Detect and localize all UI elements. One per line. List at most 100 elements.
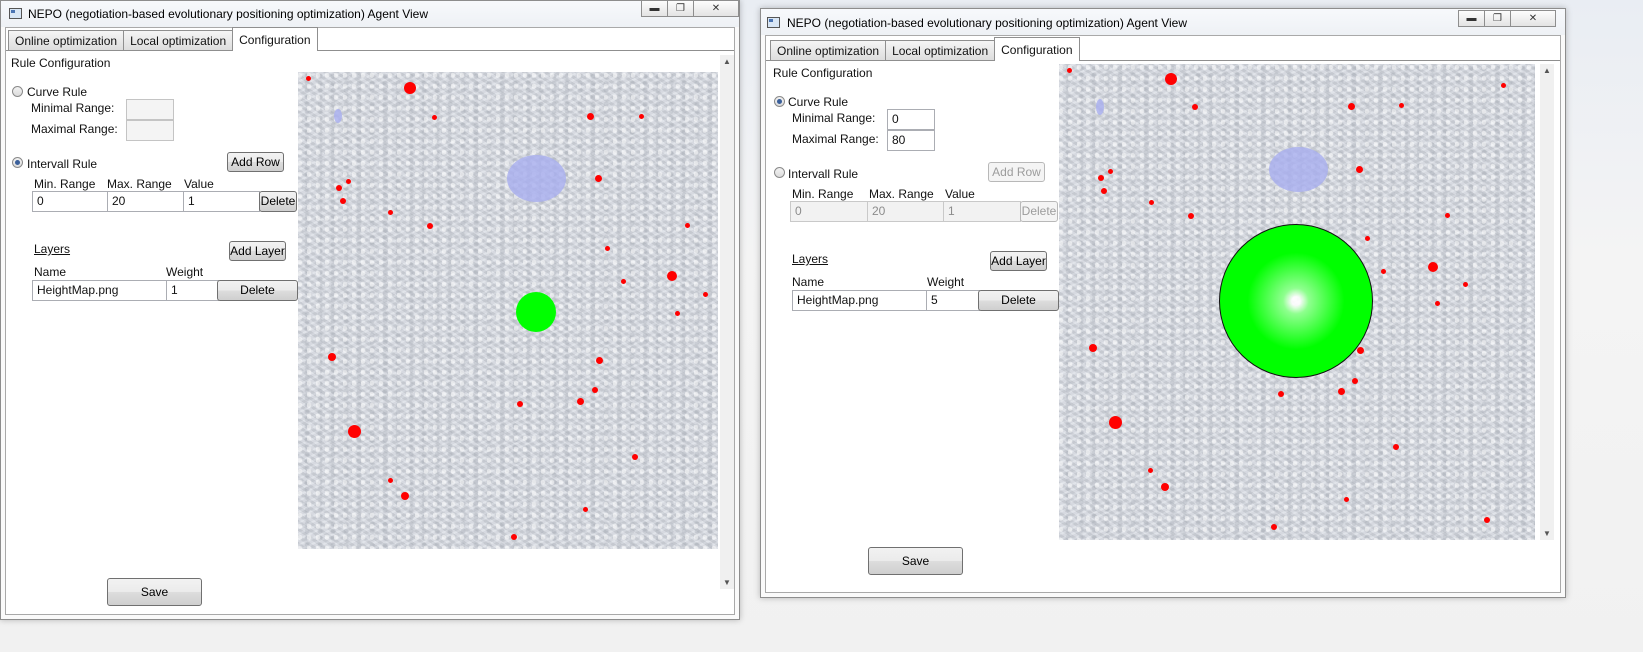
obstacle-dot bbox=[348, 425, 361, 438]
minimal-range-input[interactable]: 0 bbox=[887, 109, 935, 130]
layers-label[interactable]: Layers bbox=[34, 242, 70, 256]
obstacle-dot bbox=[1352, 378, 1358, 384]
maximal-range-label: Maximal Range: bbox=[31, 122, 118, 136]
delete-interval-button[interactable]: Delete bbox=[1020, 201, 1058, 222]
col-max-range-header: Max. Range bbox=[869, 187, 934, 201]
maximize-button[interactable]: ❐ bbox=[667, 0, 694, 17]
delete-layer-button[interactable]: Delete bbox=[978, 290, 1059, 311]
obstacle-dot bbox=[1188, 213, 1194, 219]
minimize-button[interactable]: ▬ bbox=[1458, 10, 1485, 27]
col-name-header: Name bbox=[34, 265, 67, 279]
tab-configuration[interactable]: Configuration bbox=[994, 37, 1080, 61]
positioning-map[interactable] bbox=[298, 72, 718, 549]
target-zone bbox=[1269, 147, 1328, 192]
col-name-header: Name bbox=[792, 275, 825, 289]
col-weight-header: Weight bbox=[166, 265, 204, 279]
interval-value-input[interactable]: 1 bbox=[943, 201, 1021, 222]
layer-weight-input[interactable]: 1 bbox=[166, 280, 219, 301]
maximize-button[interactable]: ❐ bbox=[1484, 10, 1511, 27]
maximal-range-input[interactable] bbox=[126, 120, 174, 141]
add-row-button[interactable]: Add Row bbox=[227, 152, 284, 172]
interval-max-input[interactable]: 20 bbox=[107, 191, 184, 212]
obstacle-dot bbox=[1067, 68, 1072, 73]
obstacle-dot bbox=[1428, 262, 1438, 272]
configuration-panel: Rule Configuration Curve Rule Minimal Ra… bbox=[6, 50, 734, 614]
title-bar[interactable]: NEPO (negotiation-based evolutionary pos… bbox=[761, 9, 1565, 35]
agent-marker[interactable] bbox=[516, 292, 556, 332]
tab-online-optimization[interactable]: Online optimization bbox=[770, 40, 887, 61]
interval-min-input[interactable]: 0 bbox=[32, 191, 108, 212]
curve-rule-radio[interactable] bbox=[12, 86, 23, 97]
agent-view-window-right: NEPO (negotiation-based evolutionary pos… bbox=[760, 8, 1566, 598]
close-button[interactable]: ✕ bbox=[693, 0, 739, 17]
obstacle-dot bbox=[517, 401, 523, 407]
layer-weight-input[interactable]: 5 bbox=[926, 290, 980, 311]
obstacle-dot bbox=[1357, 347, 1364, 354]
obstacle-dot bbox=[1356, 166, 1363, 173]
layer-name-input[interactable]: HeightMap.png bbox=[32, 280, 167, 301]
curve-rule-radio[interactable] bbox=[774, 96, 785, 107]
window-title: NEPO (negotiation-based evolutionary pos… bbox=[787, 16, 1188, 30]
configuration-panel: Rule Configuration Curve Rule Minimal Ra… bbox=[766, 60, 1560, 592]
interval-rule-radio[interactable] bbox=[774, 167, 785, 178]
positioning-map[interactable] bbox=[1059, 64, 1535, 540]
obstacle-dot bbox=[1393, 444, 1399, 450]
vertical-scrollbar[interactable]: ▲ ▼ bbox=[720, 55, 734, 589]
obstacle-dot bbox=[1271, 524, 1277, 530]
col-max-range-header: Max. Range bbox=[107, 177, 172, 191]
add-row-button[interactable]: Add Row bbox=[988, 162, 1045, 182]
scroll-down-icon[interactable]: ▼ bbox=[723, 578, 731, 587]
obstacle-dot bbox=[1165, 73, 1177, 85]
add-layer-button[interactable]: Add Layer bbox=[229, 241, 286, 261]
obstacle-dot bbox=[432, 115, 437, 120]
client-area: Online optimization Local optimization C… bbox=[5, 27, 735, 615]
col-value-header: Value bbox=[945, 187, 975, 201]
interval-max-input[interactable]: 20 bbox=[867, 201, 944, 222]
obstacle-dot bbox=[1381, 269, 1386, 274]
tab-strip: Online optimization Local optimization C… bbox=[770, 37, 1080, 61]
tab-local-optimization[interactable]: Local optimization bbox=[885, 40, 996, 61]
agent-view-window-left: NEPO (negotiation-based evolutionary pos… bbox=[0, 0, 740, 620]
tab-online-optimization[interactable]: Online optimization bbox=[8, 30, 125, 51]
layers-label[interactable]: Layers bbox=[792, 252, 828, 266]
delete-interval-button[interactable]: Delete bbox=[259, 191, 297, 212]
interval-min-input[interactable]: 0 bbox=[790, 201, 868, 222]
close-button[interactable]: ✕ bbox=[1510, 10, 1556, 27]
interval-rule-radio[interactable] bbox=[12, 157, 23, 168]
layer-name-input[interactable]: HeightMap.png bbox=[792, 290, 927, 311]
maximal-range-input[interactable]: 80 bbox=[887, 130, 935, 151]
client-area: Online optimization Local optimization C… bbox=[765, 35, 1561, 593]
obstacle-dot bbox=[605, 246, 610, 251]
tab-local-optimization[interactable]: Local optimization bbox=[123, 30, 234, 51]
interval-value-input[interactable]: 1 bbox=[183, 191, 260, 212]
obstacle-dot bbox=[1192, 104, 1198, 110]
title-bar[interactable]: NEPO (negotiation-based evolutionary pos… bbox=[1, 0, 739, 27]
minimal-range-input[interactable] bbox=[126, 99, 174, 120]
obstacle-dot bbox=[632, 454, 638, 460]
scroll-up-icon[interactable]: ▲ bbox=[1543, 66, 1551, 75]
col-weight-header: Weight bbox=[927, 275, 965, 289]
obstacle-dot bbox=[1484, 517, 1490, 523]
tab-strip: Online optimization Local optimization C… bbox=[8, 27, 318, 51]
obstacle-dot bbox=[1278, 391, 1284, 397]
scroll-down-icon[interactable]: ▼ bbox=[1543, 529, 1551, 538]
save-button[interactable]: Save bbox=[107, 578, 202, 606]
obstacle-dot bbox=[592, 387, 598, 393]
obstacle-dot bbox=[1338, 388, 1345, 395]
minimal-range-label: Minimal Range: bbox=[792, 111, 876, 125]
obstacle-dot bbox=[1501, 83, 1506, 88]
close-icon: ✕ bbox=[1528, 13, 1538, 24]
obstacle-dot bbox=[685, 223, 690, 228]
minimize-icon: ▬ bbox=[649, 3, 660, 14]
obstacle-dot bbox=[336, 185, 342, 191]
tab-configuration[interactable]: Configuration bbox=[232, 27, 318, 51]
delete-layer-button[interactable]: Delete bbox=[217, 280, 298, 301]
save-button[interactable]: Save bbox=[868, 547, 963, 575]
caption-buttons: ▬ ❐ ✕ bbox=[1458, 10, 1556, 27]
vertical-scrollbar[interactable]: ▲ ▼ bbox=[1540, 64, 1554, 540]
minimize-button[interactable]: ▬ bbox=[641, 0, 668, 17]
obstacle-dot bbox=[577, 398, 584, 405]
add-layer-button[interactable]: Add Layer bbox=[990, 251, 1047, 271]
scroll-up-icon[interactable]: ▲ bbox=[723, 57, 731, 66]
obstacle-dot bbox=[388, 478, 393, 483]
